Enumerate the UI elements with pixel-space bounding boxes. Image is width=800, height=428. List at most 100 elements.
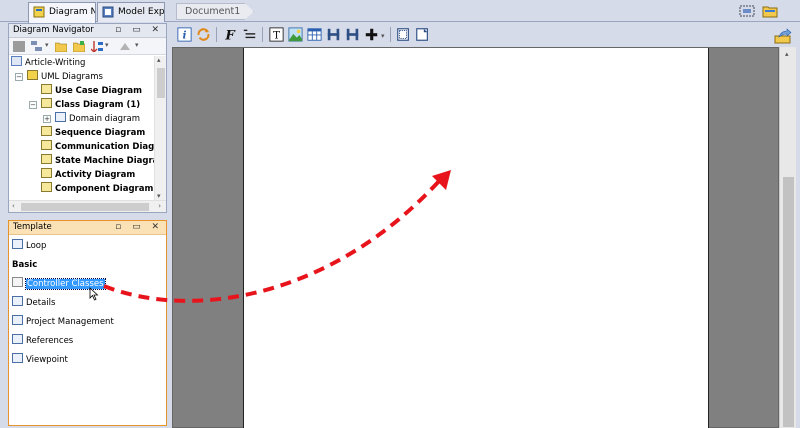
expand-toggle[interactable]: + (43, 115, 51, 123)
diagram-navigator-panel: Diagram Navigator ▫ ▭ ✕ ▾ ▾ ▾ Article-Wr… (8, 23, 167, 213)
tree-item[interactable]: Article-Writing (11, 56, 85, 70)
export-icon[interactable] (774, 28, 792, 44)
navigator-toolbar: ▾ ▾ ▾ (9, 38, 166, 55)
class-diagram-icon (55, 112, 66, 122)
image-icon[interactable] (287, 26, 304, 43)
panel-controls[interactable]: ▫ ▭ ✕ (115, 221, 163, 234)
template-item-viewpoint[interactable]: Viewpoint (12, 352, 68, 368)
diagram-navigator-icon (33, 6, 45, 18)
collapse-toggle[interactable]: − (15, 73, 23, 81)
template-item-basic[interactable]: Basic (12, 257, 37, 273)
canvas-vertical-scrollbar[interactable]: ▴ (779, 47, 796, 428)
diagram-tree: Article-Writing − UML Diagrams Use Case … (9, 56, 154, 200)
tab-diagram-navigator[interactable]: Diagram N... (28, 2, 96, 23)
toolbar-separator (390, 27, 391, 42)
tree-view-icon[interactable] (31, 41, 43, 52)
tree-item[interactable]: Domain diagram (55, 112, 140, 126)
add-dropdown-icon[interactable]: ▾ (381, 32, 385, 40)
table-icon (12, 315, 23, 325)
info-icon[interactable]: i (176, 26, 193, 43)
template-icon (12, 239, 23, 249)
scroll-right-icon[interactable]: › (158, 202, 161, 210)
page-setup-icon[interactable] (395, 26, 412, 43)
gray-square-icon[interactable] (13, 41, 25, 52)
tree-item[interactable]: UML Diagrams (27, 70, 103, 84)
tree-item[interactable]: Component Diagram (41, 182, 153, 196)
navigator-horizontal-scrollbar[interactable]: ‹ › (9, 200, 166, 212)
header-icon[interactable] (325, 26, 342, 43)
sort-dropdown-icon[interactable]: ▾ (105, 41, 109, 49)
diagram-type-icon (41, 98, 52, 108)
template-panel: Template ▫ ▭ ✕ Loop Basic Controller Cla… (8, 220, 167, 426)
toolbar-separator (216, 27, 217, 42)
toolbar-separator (262, 27, 263, 42)
mouse-cursor-icon (89, 287, 99, 301)
up-level-icon[interactable] (119, 41, 131, 52)
text-block-icon[interactable]: T (268, 26, 285, 43)
scroll-left-icon[interactable]: ‹ (12, 202, 15, 210)
table-icon (12, 334, 23, 344)
add-icon[interactable] (363, 26, 380, 43)
scroll-thumb[interactable] (157, 68, 165, 98)
font-icon[interactable]: F (222, 26, 239, 43)
svg-text:T: T (273, 29, 280, 41)
fit-window-icon[interactable] (739, 5, 755, 17)
diagram-type-icon (41, 84, 52, 94)
tree-item[interactable]: Sequence Diagram (41, 126, 145, 140)
diagram-type-icon (41, 140, 52, 150)
tree-item[interactable]: State Machine Diagrar (41, 154, 154, 168)
navigator-vertical-scrollbar[interactable]: ▴ ▾ (154, 56, 166, 200)
svg-text:i: i (182, 29, 186, 41)
scroll-up-icon[interactable]: ▴ (785, 50, 789, 58)
sort-icon[interactable] (91, 41, 103, 52)
template-header: Template ▫ ▭ ✕ (9, 221, 166, 235)
tree-item[interactable]: Communication Diagra (41, 140, 154, 154)
model-explorer-icon (102, 6, 114, 18)
open-folder-icon[interactable] (762, 3, 778, 19)
tab-model-explorer[interactable]: Model Exp... (97, 2, 165, 22)
paragraph-list-icon[interactable] (241, 26, 258, 43)
document-page[interactable] (243, 48, 709, 428)
template-icon (12, 296, 23, 306)
table-icon (12, 353, 23, 363)
template-item-loop[interactable]: Loop (12, 238, 46, 254)
diagram-type-icon (41, 182, 52, 192)
folder-icon (27, 70, 38, 80)
diagram-type-icon (41, 126, 52, 136)
scroll-down-icon[interactable]: ▾ (157, 192, 161, 200)
tree-item[interactable]: Class Diagram (1) (41, 98, 140, 112)
svg-text:F: F (224, 28, 236, 43)
footer-icon[interactable] (344, 26, 361, 43)
template-icon (12, 277, 23, 287)
folder-new-icon[interactable] (73, 41, 85, 52)
tree-item[interactable]: Use Case Diagram (41, 84, 142, 98)
document-toolbar: i F T ▾ (172, 24, 800, 46)
diagram-navigator-title: Diagram Navigator (13, 25, 94, 35)
up-dropdown-icon[interactable]: ▾ (135, 41, 139, 49)
document-title: Document1 (185, 6, 241, 17)
page-break-icon[interactable] (414, 26, 431, 43)
scroll-thumb[interactable] (783, 177, 794, 427)
tree-item[interactable]: Activity Diagram (41, 168, 135, 182)
template-title: Template (13, 222, 52, 232)
template-item-project-management[interactable]: Project Management (12, 314, 114, 330)
template-item-references[interactable]: References (12, 333, 73, 349)
diagram-type-icon (41, 154, 52, 164)
scroll-up-icon[interactable]: ▴ (157, 56, 161, 64)
document-canvas[interactable] (172, 47, 779, 428)
refresh-icon[interactable] (195, 26, 212, 43)
collapse-toggle[interactable]: − (29, 101, 37, 109)
window-edge (796, 47, 800, 428)
project-icon (11, 56, 22, 66)
folder-icon[interactable] (55, 41, 67, 52)
template-item-details[interactable]: Details (12, 295, 55, 311)
dropdown-arrow-icon[interactable]: ▾ (45, 41, 49, 49)
diagram-type-icon (41, 168, 52, 178)
tab-model-explorer-label: Model Exp... (118, 7, 165, 17)
table-insert-icon[interactable] (306, 26, 323, 43)
diagram-navigator-header: Diagram Navigator ▫ ▭ ✕ (9, 24, 166, 38)
document-breadcrumb[interactable]: Document1 (176, 3, 254, 20)
tab-diagram-navigator-label: Diagram N... (49, 7, 95, 17)
panel-controls[interactable]: ▫ ▭ ✕ (115, 24, 163, 37)
scroll-thumb[interactable] (21, 203, 149, 211)
